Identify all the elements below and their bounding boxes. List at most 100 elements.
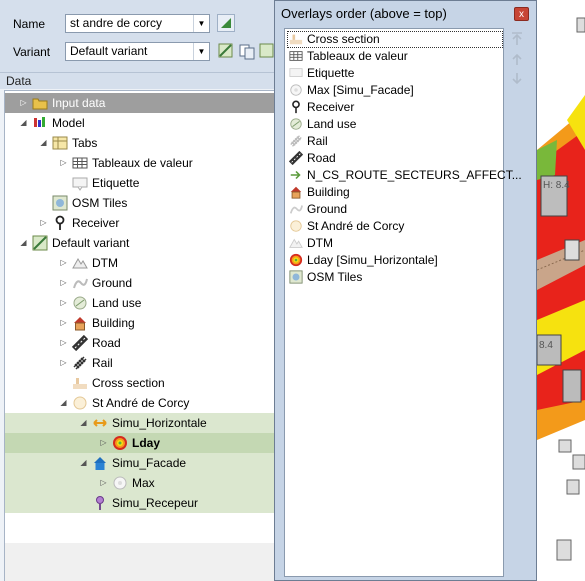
expand-arrow-icon[interactable]: ▷	[59, 257, 68, 268]
overlay-item[interactable]: Road	[287, 150, 503, 167]
tree-item-rail[interactable]: ▷ Rail	[5, 353, 275, 373]
tree-item-model[interactable]: ◢ Model	[5, 113, 275, 133]
overlay-label: Road	[307, 151, 336, 165]
label-icon	[289, 68, 303, 77]
tree-item-lday[interactable]: ▷ Lday	[5, 433, 275, 453]
expand-arrow-icon[interactable]: ▷	[99, 477, 108, 488]
expand-arrow-icon[interactable]: ▷	[59, 297, 68, 308]
tree-item-simu-horizontale[interactable]: ◢ Simu_Horizontale	[5, 413, 275, 433]
collapse-arrow-icon[interactable]: ◢	[19, 117, 28, 128]
tree-item-simu-facade[interactable]: ◢ Simu_Facade	[5, 453, 275, 473]
variant-label: Variant	[13, 45, 51, 59]
tree-label: Default variant	[52, 236, 130, 250]
overlays-order-window[interactable]: Overlays order (above = top) x Cross sec…	[274, 0, 537, 581]
tree-label: Simu_Recepeur	[112, 496, 199, 510]
horizontal-simulation-icon	[93, 419, 107, 427]
copy-variant-icon[interactable]	[238, 42, 256, 60]
overlay-item[interactable]: Etiquette	[287, 65, 503, 82]
name-value: st andre de corcy	[70, 16, 163, 30]
expand-arrow-icon[interactable]: ▷	[59, 157, 68, 168]
overlay-item[interactable]: OSM Tiles	[287, 269, 503, 286]
move-down-icon[interactable]	[508, 70, 526, 88]
tree-item-input-data[interactable]: ▷ Input data	[5, 93, 275, 113]
area-icon	[290, 220, 302, 232]
dtm-icon	[289, 238, 303, 248]
tree-label: St André de Corcy	[92, 396, 190, 410]
tree-item-tabs[interactable]: ◢ Tabs	[5, 133, 275, 153]
overlays-list[interactable]: Cross section Tableaux de valeur Etiquet…	[284, 28, 522, 577]
tree-label: Lday	[132, 436, 161, 450]
tree-item-tableaux[interactable]: ▷ Tableaux de valeur	[5, 153, 275, 173]
building-icon	[290, 186, 302, 199]
variant-icon	[32, 235, 48, 251]
collapse-arrow-icon[interactable]: ◢	[19, 237, 28, 248]
data-tree[interactable]: ▷ Input data ◢ Model ◢ Tabs ▷ Tableaux d…	[4, 90, 275, 581]
receiver-simulation-icon	[96, 496, 104, 510]
receiver-icon	[55, 215, 65, 230]
overlay-item[interactable]: Lday [Simu_Horizontale]	[287, 252, 503, 269]
tree-item-etiquette[interactable]: Etiquette	[5, 173, 275, 193]
overlay-item[interactable]: DTM	[287, 235, 503, 252]
tree-label: Model	[52, 116, 85, 130]
collapse-arrow-icon[interactable]: ◢	[79, 417, 88, 428]
expand-arrow-icon[interactable]: ▷	[59, 337, 68, 348]
collapse-arrow-icon[interactable]: ◢	[39, 137, 48, 148]
tree-label: Cross section	[92, 376, 165, 390]
model-icon	[34, 117, 45, 127]
overlay-item[interactable]: Building	[287, 184, 503, 201]
expand-arrow-icon[interactable]: ▷	[59, 357, 68, 368]
overlay-item[interactable]: St André de Corcy	[287, 218, 503, 235]
collapse-arrow-icon[interactable]: ◢	[59, 397, 68, 408]
variant-settings-icon[interactable]	[217, 42, 235, 60]
move-up-icon[interactable]	[508, 50, 526, 68]
tree-item-osm-tiles[interactable]: OSM Tiles	[5, 193, 275, 213]
tree-item-simu-recepeur[interactable]: Simu_Recepeur	[5, 493, 275, 513]
tree-item-receiver[interactable]: ▷ Receiver	[5, 213, 275, 233]
chevron-down-icon[interactable]: ▼	[193, 15, 209, 32]
lday-icon	[289, 253, 303, 267]
tree-label: Rail	[92, 356, 113, 370]
tree-item-road[interactable]: ▷ Road	[5, 333, 275, 353]
edit-project-icon[interactable]	[217, 14, 235, 32]
tree-item-cross-section[interactable]: Cross section	[5, 373, 275, 393]
tree-item-ground[interactable]: ▷ Ground	[5, 273, 275, 293]
overlay-item[interactable]: Tableaux de valeur	[287, 48, 503, 65]
overlay-item[interactable]: Ground	[287, 201, 503, 218]
overlay-item[interactable]: Receiver	[287, 99, 503, 116]
tree-item-default-variant[interactable]: ◢ Default variant	[5, 233, 275, 253]
land-use-icon	[290, 118, 302, 130]
chevron-down-icon[interactable]: ▼	[193, 43, 209, 60]
expand-arrow-icon[interactable]: ▷	[99, 437, 108, 448]
overlay-item[interactable]: Land use	[287, 116, 503, 133]
expand-arrow-icon[interactable]: ▷	[59, 277, 68, 288]
name-combobox[interactable]: st andre de corcy ▼	[65, 14, 210, 33]
tree-item-building[interactable]: ▷ Building	[5, 313, 275, 333]
tree-item-max[interactable]: ▷ Max	[5, 473, 275, 493]
rail-icon	[73, 356, 87, 370]
tree-item-land-use[interactable]: ▷ Land use	[5, 293, 275, 313]
overlay-label: Rail	[307, 134, 328, 148]
overlay-item[interactable]: N_CS_ROUTE_SECTEURS_AFFECT...	[287, 167, 522, 184]
arrow-layer-icon	[290, 170, 301, 180]
expand-arrow-icon[interactable]: ▷	[59, 317, 68, 328]
tree-label: Building	[92, 316, 135, 330]
tree-label: OSM Tiles	[72, 196, 128, 210]
map-view[interactable]: H: 8.4 8.4	[537, 0, 585, 581]
tree-item-dtm[interactable]: ▷ DTM	[5, 253, 275, 273]
osm-tiles-icon	[52, 195, 68, 211]
overlay-item[interactable]: Max [Simu_Facade]	[287, 82, 503, 99]
collapse-arrow-icon[interactable]: ◢	[79, 457, 88, 468]
overlay-label: Max [Simu_Facade]	[307, 83, 414, 97]
tree-item-st-andre[interactable]: ◢ St André de Corcy	[5, 393, 275, 413]
overlay-item[interactable]: Cross section	[287, 31, 503, 48]
label-icon	[72, 177, 88, 191]
variant-combobox[interactable]: Default variant ▼	[65, 42, 210, 61]
expand-arrow-icon[interactable]: ▷	[19, 97, 28, 108]
overlay-label: Cross section	[307, 32, 380, 46]
move-to-top-icon[interactable]	[508, 30, 526, 48]
close-button[interactable]: x	[514, 7, 529, 21]
overlay-label: Ground	[307, 202, 348, 216]
overlay-label: N_CS_ROUTE_SECTEURS_AFFECT...	[307, 168, 522, 182]
overlay-item[interactable]: Rail	[287, 133, 503, 150]
expand-arrow-icon[interactable]: ▷	[39, 217, 48, 228]
